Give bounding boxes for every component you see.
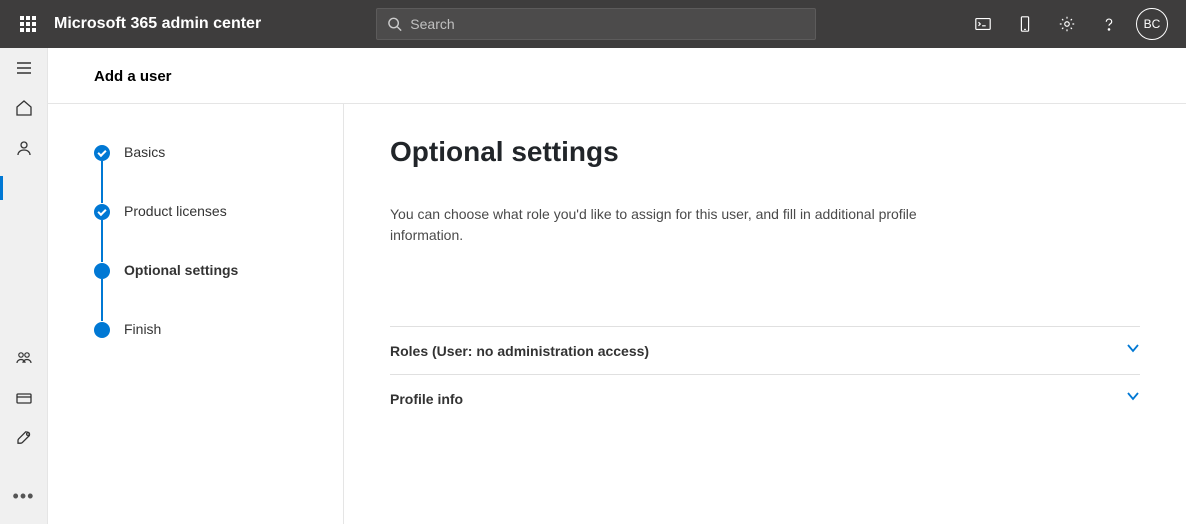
step-connector bbox=[101, 161, 103, 203]
search-box[interactable] bbox=[376, 8, 816, 40]
mobile-icon[interactable] bbox=[1004, 0, 1046, 48]
content-description: You can choose what role you'd like to a… bbox=[390, 204, 930, 246]
step-check-icon bbox=[94, 204, 110, 220]
wizard-stepper: Basics Product licenses Optional setting… bbox=[48, 104, 344, 524]
expander-label: Roles (User: no administration access) bbox=[390, 343, 649, 359]
search-input[interactable] bbox=[410, 16, 805, 32]
search-icon bbox=[387, 16, 402, 32]
left-rail: ••• bbox=[0, 48, 48, 524]
step-connector bbox=[101, 279, 103, 321]
shell-console-icon[interactable] bbox=[962, 0, 1004, 48]
groups-icon[interactable] bbox=[0, 338, 48, 378]
app-launcher-icon[interactable] bbox=[8, 0, 48, 48]
step-current-icon bbox=[94, 263, 110, 279]
app-title: Microsoft 365 admin center bbox=[54, 15, 261, 33]
step-finish[interactable]: Finish bbox=[94, 321, 323, 338]
step-label: Basics bbox=[124, 144, 165, 160]
step-basics[interactable]: Basics bbox=[94, 144, 323, 161]
setup-icon[interactable] bbox=[0, 418, 48, 458]
step-label: Finish bbox=[124, 321, 161, 337]
content-heading: Optional settings bbox=[390, 136, 1140, 168]
billing-icon[interactable] bbox=[0, 378, 48, 418]
step-product-licenses[interactable]: Product licenses bbox=[94, 203, 323, 220]
account-avatar[interactable]: BC bbox=[1136, 8, 1168, 40]
users-icon[interactable] bbox=[0, 128, 48, 168]
active-nav-indicator[interactable] bbox=[0, 168, 48, 208]
main-panel: Add a user Basics Product licenses Optio… bbox=[48, 48, 1186, 524]
home-icon[interactable] bbox=[0, 88, 48, 128]
expander-label: Profile info bbox=[390, 391, 463, 407]
step-optional-settings[interactable]: Optional settings bbox=[94, 262, 323, 279]
step-connector bbox=[101, 220, 103, 262]
expander-roles[interactable]: Roles (User: no administration access) bbox=[390, 326, 1140, 374]
step-check-icon bbox=[94, 145, 110, 161]
step-label: Product licenses bbox=[124, 203, 227, 219]
step-upcoming-icon bbox=[94, 322, 110, 338]
content-area: Optional settings You can choose what ro… bbox=[344, 104, 1186, 524]
step-label: Optional settings bbox=[124, 262, 238, 278]
panel-title: Add a user bbox=[48, 48, 1186, 104]
expander-profile-info[interactable]: Profile info bbox=[390, 374, 1140, 422]
chevron-down-icon bbox=[1126, 389, 1140, 408]
more-icon[interactable]: ••• bbox=[0, 476, 48, 516]
settings-icon[interactable] bbox=[1046, 0, 1088, 48]
chevron-down-icon bbox=[1126, 341, 1140, 360]
top-bar: Microsoft 365 admin center BC bbox=[0, 0, 1186, 48]
help-icon[interactable] bbox=[1088, 0, 1130, 48]
search-wrapper bbox=[376, 8, 816, 40]
nav-toggle-icon[interactable] bbox=[0, 48, 48, 88]
